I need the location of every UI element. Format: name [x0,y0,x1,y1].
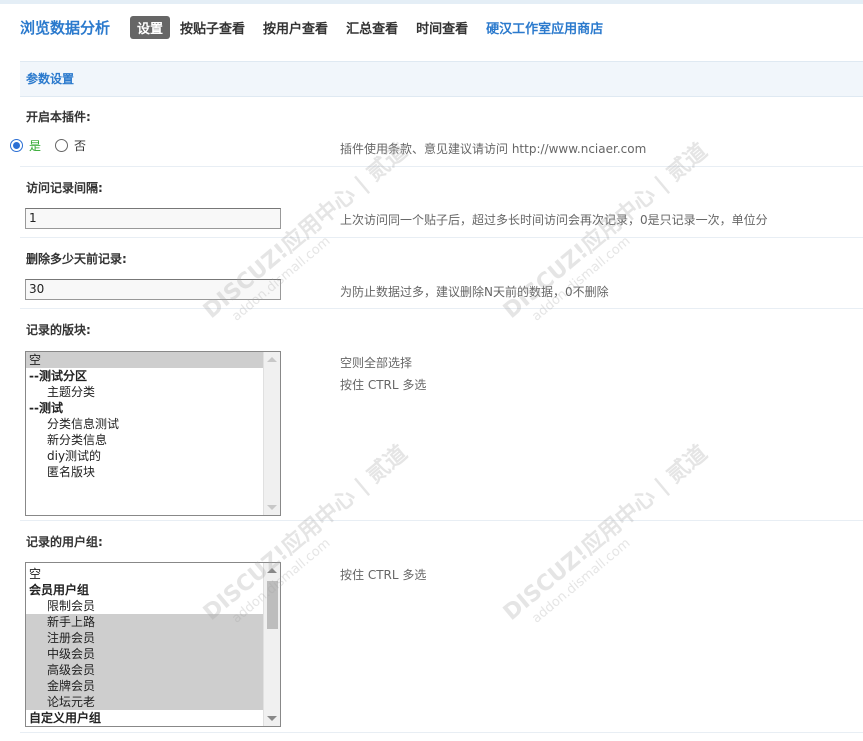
list-option[interactable]: --测试 [26,400,263,416]
delete-days-hint: 为防止数据过多，建议删除N天前的数据，0不删除 [340,285,609,299]
list-option[interactable]: 会员用户组 [26,582,263,598]
app-store-link[interactable]: 硬汉工作室应用商店 [486,18,603,37]
list-option[interactable]: 注册会员 [26,630,263,646]
list-option[interactable]: 限制会员 [26,598,263,614]
interval-input[interactable]: 1 [25,208,281,229]
app-title: 浏览数据分析 [20,18,111,37]
usergroups-options: 空会员用户组 限制会员 新手上路 注册会员 中级会员 高级会员 金牌会员 论坛元老 自定义用户组 [26,566,263,726]
main-nav: 设置 按贴子查看 按用户查看 汇总查看 时间查看 硬汉工作室应用商店 [130,15,621,39]
usergroups-hint-ctrl: 按住 CTRL 多选 [340,568,427,582]
scroll-down-icon[interactable] [267,505,277,510]
forums-multiselect[interactable]: 空 --测试分区 主题分类 --测试 分类信息测试 新分类信息 diy测试的 匿名版块 [25,351,281,516]
scroll-up-icon[interactable] [267,568,277,573]
forums-hint-empty: 空则全部选择 [340,356,413,370]
list-option[interactable]: 论坛元老 [26,694,263,710]
list-option[interactable]: 空 [26,566,263,582]
top-bar: 浏览数据分析 设置 按贴子查看 按用户查看 汇总查看 时间查看 硬汉工作室应用商… [0,0,863,50]
forums-label: 记录的版块: [26,323,91,337]
radio-no-label[interactable]: 否 [74,137,86,154]
list-option[interactable]: 匿名版块 [26,464,263,480]
list-option[interactable]: --测试分区 [26,368,263,384]
tab-settings[interactable]: 设置 [130,15,171,39]
forums-scrollbar[interactable] [263,352,280,515]
scroll-up-icon[interactable] [267,357,277,362]
radio-yes[interactable] [10,139,23,152]
radio-no[interactable] [55,139,69,152]
scroll-thumb[interactable] [267,581,278,629]
list-option[interactable]: 主题分类 [26,384,263,400]
list-option[interactable]: diy测试的 [26,448,263,464]
tab-by-thread[interactable]: 按贴子查看 [180,18,245,37]
tab-by-user[interactable]: 按用户查看 [263,18,328,37]
forums-hint-ctrl: 按住 CTRL 多选 [340,378,427,392]
interval-label: 访问记录间隔: [26,181,103,195]
list-option[interactable]: 中级会员 [26,646,263,662]
list-option[interactable]: 新分类信息 [26,432,263,448]
radio-yes-label[interactable]: 是 [29,137,41,154]
row-delete-days: 删除多少天前记录: 30 为防止数据过多，建议删除N天前的数据，0不删除 [20,238,863,309]
interval-hint: 上次访问同一个贴子后，超过多长时间访问会再次记录，0是只记录一次，单位分 [340,213,768,227]
delete-days-label: 删除多少天前记录: [26,252,127,266]
tab-by-time[interactable]: 时间查看 [416,18,468,37]
list-option[interactable]: 分类信息测试 [26,416,263,432]
enable-plugin-label: 开启本插件: [26,110,91,124]
row-enable-plugin: 开启本插件: 插件使用条款、意见建议请访问 http://www.nciaer.… [20,97,863,167]
list-option[interactable]: 自定义用户组 [26,710,263,726]
tab-summary[interactable]: 汇总查看 [346,18,398,37]
list-option[interactable]: 空 [26,352,263,368]
section-title: 参数设置 [20,61,863,97]
forums-options: 空 --测试分区 主题分类 --测试 分类信息测试 新分类信息 diy测试的 匿名版块 [26,352,263,515]
usergroups-scrollbar[interactable] [263,563,280,726]
list-option[interactable]: 金牌会员 [26,678,263,694]
row-interval: 访问记录间隔: 1 上次访问同一个贴子后，超过多长时间访问会再次记录，0是只记录… [20,167,863,238]
enable-plugin-hint: 插件使用条款、意见建议请访问 http://www.nciaer.com [340,142,647,156]
scroll-down-icon[interactable] [267,716,277,721]
list-option[interactable]: 新手上路 [26,614,263,630]
usergroups-label: 记录的用户组: [26,535,103,549]
delete-days-input[interactable]: 30 [25,279,281,300]
enable-plugin-radios: 是 否 [10,137,86,154]
usergroups-multiselect[interactable]: 空会员用户组 限制会员 新手上路 注册会员 中级会员 高级会员 金牌会员 论坛元老 自定义用户组 [25,562,281,727]
list-option[interactable]: 高级会员 [26,662,263,678]
